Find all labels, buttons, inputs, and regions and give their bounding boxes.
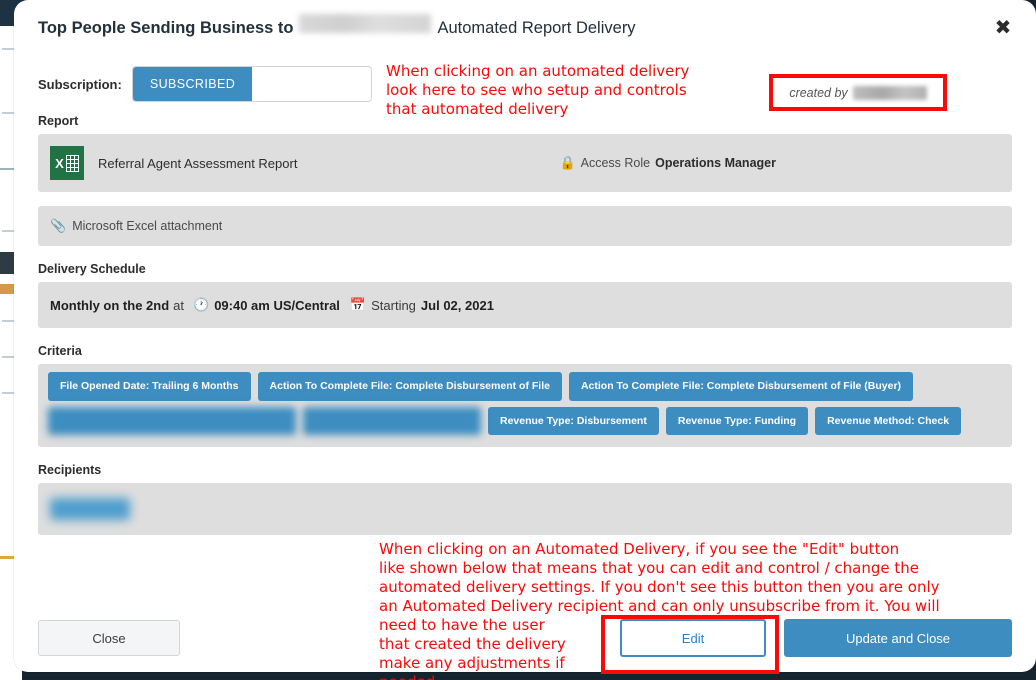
page-title-suffix: Automated Report Delivery bbox=[437, 19, 636, 37]
schedule-start-date: Jul 02, 2021 bbox=[420, 297, 494, 313]
schedule-frequency: Monthly on the 2nd bbox=[50, 297, 170, 313]
criteria-tag[interactable] bbox=[303, 406, 481, 435]
paperclip-icon: 📎 bbox=[50, 218, 67, 234]
criteria-tag[interactable]: Action To Complete File: Complete Disbur… bbox=[257, 372, 562, 401]
subscription-toggle-off[interactable] bbox=[252, 67, 371, 101]
subscription-label: Subscription: bbox=[38, 76, 122, 92]
criteria-row: File Opened Date: Trailing 6 Months Actio… bbox=[48, 372, 1002, 401]
modal-body: Subscription: SUBSCRIBED Report X Referr… bbox=[14, 62, 1036, 535]
report-panel: X Referral Agent Assessment Report 🔒 Acc… bbox=[38, 134, 1012, 192]
criteria-tag[interactable]: Revenue Method: Check bbox=[815, 406, 962, 435]
attachment-panel: 📎 Microsoft Excel attachment bbox=[38, 206, 1012, 246]
close-button[interactable]: Close bbox=[38, 620, 180, 656]
page-title: Top People Sending Business to Automated… bbox=[38, 14, 636, 38]
modal-header: Top People Sending Business to Automated… bbox=[14, 0, 1036, 52]
access-role-label: Access Role bbox=[580, 156, 651, 170]
annotation-bottom-tail: need to have the user that created the d… bbox=[379, 616, 566, 680]
recipient-chip-redacted[interactable] bbox=[50, 498, 130, 520]
delivery-schedule-section-label: Delivery Schedule bbox=[38, 262, 146, 276]
schedule-time: 09:40 am US/Central bbox=[214, 297, 340, 313]
created-by-label: created by bbox=[789, 85, 848, 100]
criteria-section-label: Criteria bbox=[38, 344, 82, 358]
created-by-name-redacted bbox=[852, 85, 927, 100]
calendar-icon: 📅 bbox=[349, 297, 367, 313]
annotation-bottom-main: When clicking on an Automated Delivery, … bbox=[379, 540, 940, 615]
subscription-toggle-on[interactable]: SUBSCRIBED bbox=[133, 67, 252, 101]
access-role-value: Operations Manager bbox=[655, 156, 776, 170]
page-title-redacted-name bbox=[299, 14, 432, 33]
criteria-tag[interactable] bbox=[48, 406, 296, 435]
clock-icon: 🕐 bbox=[193, 297, 210, 313]
page-title-prefix: Top People Sending Business to bbox=[38, 19, 294, 37]
access-role: 🔒 Access Role Operations Manager bbox=[559, 156, 776, 171]
close-icon[interactable]: ✖ bbox=[990, 14, 1016, 40]
criteria-row: Revenue Type: Disbursement Revenue Type: … bbox=[48, 406, 1002, 435]
excel-icon-letter: X bbox=[55, 155, 64, 171]
lock-icon: 🔒 bbox=[559, 155, 576, 171]
delivery-schedule-text: Monthly on the 2nd at 🕐 09:40 am US/Cent… bbox=[50, 298, 494, 313]
criteria-panel: File Opened Date: Trailing 6 Months Actio… bbox=[38, 364, 1012, 447]
schedule-at-label: at bbox=[173, 297, 184, 313]
annotation-bottom: When clicking on an Automated Delivery, … bbox=[379, 521, 995, 680]
subscription-toggle[interactable]: SUBSCRIBED bbox=[132, 66, 372, 102]
excel-icon-grid bbox=[65, 154, 79, 172]
criteria-tag[interactable]: Revenue Type: Disbursement bbox=[488, 406, 659, 435]
attachment-label: Microsoft Excel attachment bbox=[72, 219, 223, 233]
criteria-tag[interactable]: File Opened Date: Trailing 6 Months bbox=[48, 372, 251, 401]
schedule-starting-label: Starting bbox=[371, 297, 416, 313]
created-by: created by bbox=[776, 81, 940, 104]
criteria-tag[interactable]: Action To Complete File: Complete Disbur… bbox=[568, 372, 914, 401]
report-name: Referral Agent Assessment Report bbox=[98, 155, 298, 171]
excel-file-icon: X bbox=[50, 146, 84, 180]
screen-root: Top People Sending Business to Automated… bbox=[0, 0, 1036, 680]
criteria-tag[interactable]: Revenue Type: Funding bbox=[665, 406, 809, 435]
delivery-schedule-panel: Monthly on the 2nd at 🕐 09:40 am US/Cent… bbox=[38, 282, 1012, 328]
recipients-section-label: Recipients bbox=[38, 463, 102, 477]
annotation-top: When clicking on an automated delivery l… bbox=[386, 62, 690, 118]
